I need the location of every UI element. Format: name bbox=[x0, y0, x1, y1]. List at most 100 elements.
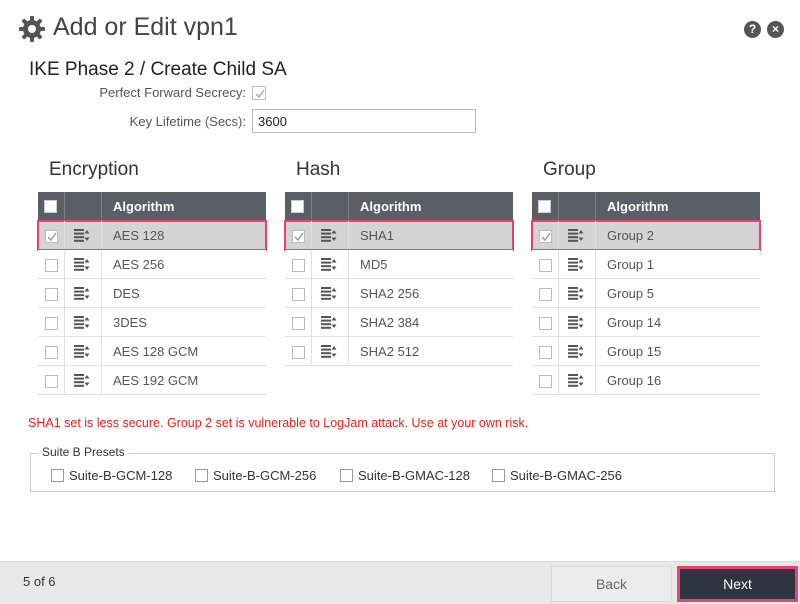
table-row[interactable]: MD5 bbox=[285, 250, 513, 279]
drag-handle-icon[interactable] bbox=[321, 258, 337, 271]
drag-handle-icon[interactable] bbox=[74, 316, 90, 329]
dialog-titlebar: Add or Edit vpn1 ? × bbox=[0, 0, 800, 56]
table-row[interactable]: Group 15 bbox=[532, 337, 760, 366]
row-checkbox[interactable] bbox=[45, 317, 58, 330]
algorithm-name: Group 2 bbox=[607, 228, 654, 243]
table-row[interactable]: AES 128 bbox=[37, 220, 267, 251]
select-all-checkbox[interactable] bbox=[291, 200, 304, 213]
drag-handle-icon[interactable] bbox=[74, 229, 90, 242]
drag-handle-icon[interactable] bbox=[74, 345, 90, 358]
row-checkbox[interactable] bbox=[539, 288, 552, 301]
algorithm-name: AES 128 bbox=[113, 228, 165, 243]
dialog-title: Add or Edit vpn1 bbox=[53, 13, 238, 41]
algorithm-name: SHA2 512 bbox=[360, 344, 420, 359]
row-checkbox[interactable] bbox=[292, 317, 305, 330]
table-header: Algorithm bbox=[532, 192, 760, 221]
table-row[interactable]: SHA2 256 bbox=[285, 279, 513, 308]
checkmark-icon bbox=[541, 232, 551, 242]
group-title: Group bbox=[543, 159, 596, 180]
step-counter: 5 of 6 bbox=[23, 574, 56, 589]
table-row[interactable]: SHA2 384 bbox=[285, 308, 513, 337]
table-row[interactable]: Group 2 bbox=[531, 220, 761, 251]
algorithm-name: Group 15 bbox=[607, 344, 662, 359]
drag-handle-icon[interactable] bbox=[74, 374, 90, 387]
drag-handle-icon[interactable] bbox=[568, 287, 584, 300]
algorithm-name: SHA2 384 bbox=[360, 315, 420, 330]
table-row[interactable]: SHA2 512 bbox=[285, 337, 513, 366]
drag-handle-icon[interactable] bbox=[568, 316, 584, 329]
algorithm-name: Group 5 bbox=[607, 286, 654, 301]
checkbox[interactable] bbox=[195, 469, 208, 482]
row-checkbox[interactable] bbox=[45, 259, 58, 272]
table-row[interactable]: Group 1 bbox=[532, 250, 760, 279]
gear-icon bbox=[19, 16, 45, 42]
checkbox[interactable] bbox=[340, 469, 353, 482]
drag-handle-icon[interactable] bbox=[321, 229, 337, 242]
pfs-label: Perfect Forward Secrecy: bbox=[99, 85, 246, 100]
table-row[interactable]: DES bbox=[38, 279, 266, 308]
row-checkbox[interactable] bbox=[539, 375, 552, 388]
table-row[interactable]: AES 256 bbox=[38, 250, 266, 279]
column-header-algorithm: Algorithm bbox=[360, 199, 422, 214]
key-lifetime-input[interactable] bbox=[252, 109, 476, 133]
algorithm-name: MD5 bbox=[360, 257, 388, 272]
table-row[interactable]: Group 16 bbox=[532, 366, 760, 395]
close-icon[interactable]: × bbox=[767, 21, 784, 38]
drag-handle-icon[interactable] bbox=[321, 345, 337, 358]
checkbox[interactable] bbox=[51, 469, 64, 482]
table-row[interactable]: AES 192 GCM bbox=[38, 366, 266, 395]
algorithm-name: AES 192 GCM bbox=[113, 373, 199, 388]
algorithm-name: Group 16 bbox=[607, 373, 662, 388]
checkmark-icon bbox=[294, 232, 304, 242]
algorithm-name: SHA2 256 bbox=[360, 286, 420, 301]
row-checkbox[interactable] bbox=[45, 346, 58, 359]
row-checkbox[interactable] bbox=[539, 317, 552, 330]
row-checkbox[interactable] bbox=[292, 230, 305, 243]
column-header-algorithm: Algorithm bbox=[113, 199, 175, 214]
row-checkbox[interactable] bbox=[292, 288, 305, 301]
row-checkbox[interactable] bbox=[292, 346, 305, 359]
drag-handle-icon[interactable] bbox=[568, 229, 584, 242]
row-checkbox[interactable] bbox=[539, 230, 552, 243]
hash-table: Algorithm SHA1 MD5 SHA2 256 SHA2 384 SHA2 51… bbox=[284, 192, 514, 366]
drag-handle-icon[interactable] bbox=[321, 287, 337, 300]
section-title: IKE Phase 2 / Create Child SA bbox=[29, 59, 287, 80]
row-checkbox[interactable] bbox=[539, 259, 552, 272]
algorithm-name: Group 1 bbox=[607, 257, 654, 272]
group-table: Algorithm Group 2 Group 1 Group 5 Group 14 G… bbox=[531, 192, 761, 395]
hash-title: Hash bbox=[296, 159, 341, 180]
table-row[interactable]: Group 5 bbox=[532, 279, 760, 308]
drag-handle-icon[interactable] bbox=[568, 258, 584, 271]
drag-handle-icon[interactable] bbox=[568, 374, 584, 387]
checkmark-icon bbox=[47, 232, 57, 242]
table-row[interactable]: Group 14 bbox=[532, 308, 760, 337]
checkbox[interactable] bbox=[492, 469, 505, 482]
back-button[interactable]: Back bbox=[551, 566, 672, 602]
security-warning: SHA1 set is less secure. Group 2 set is … bbox=[28, 416, 529, 430]
algorithm-name: AES 256 bbox=[113, 257, 165, 272]
select-all-checkbox[interactable] bbox=[538, 200, 551, 213]
table-row[interactable]: AES 128 GCM bbox=[38, 337, 266, 366]
table-header: Algorithm bbox=[285, 192, 513, 221]
drag-handle-icon[interactable] bbox=[321, 316, 337, 329]
row-checkbox[interactable] bbox=[45, 375, 58, 388]
table-row[interactable]: 3DES bbox=[38, 308, 266, 337]
suite-b-legend: Suite B Presets bbox=[38, 445, 129, 459]
column-header-algorithm: Algorithm bbox=[607, 199, 669, 214]
row-checkbox[interactable] bbox=[45, 288, 58, 301]
next-button[interactable]: Next bbox=[677, 566, 798, 602]
drag-handle-icon[interactable] bbox=[568, 345, 584, 358]
row-checkbox[interactable] bbox=[292, 259, 305, 272]
algorithm-name: Group 14 bbox=[607, 315, 662, 330]
table-row[interactable]: SHA1 bbox=[284, 220, 514, 251]
algorithm-name: SHA1 bbox=[360, 228, 394, 243]
help-icon[interactable]: ? bbox=[744, 21, 761, 38]
row-checkbox[interactable] bbox=[539, 346, 552, 359]
key-lifetime-label: Key Lifetime (Secs): bbox=[129, 114, 246, 129]
drag-handle-icon[interactable] bbox=[74, 287, 90, 300]
select-all-checkbox[interactable] bbox=[44, 200, 57, 213]
row-checkbox[interactable] bbox=[45, 230, 58, 243]
pfs-checkbox[interactable] bbox=[252, 86, 266, 100]
table-header: Algorithm bbox=[38, 192, 266, 221]
drag-handle-icon[interactable] bbox=[74, 258, 90, 271]
